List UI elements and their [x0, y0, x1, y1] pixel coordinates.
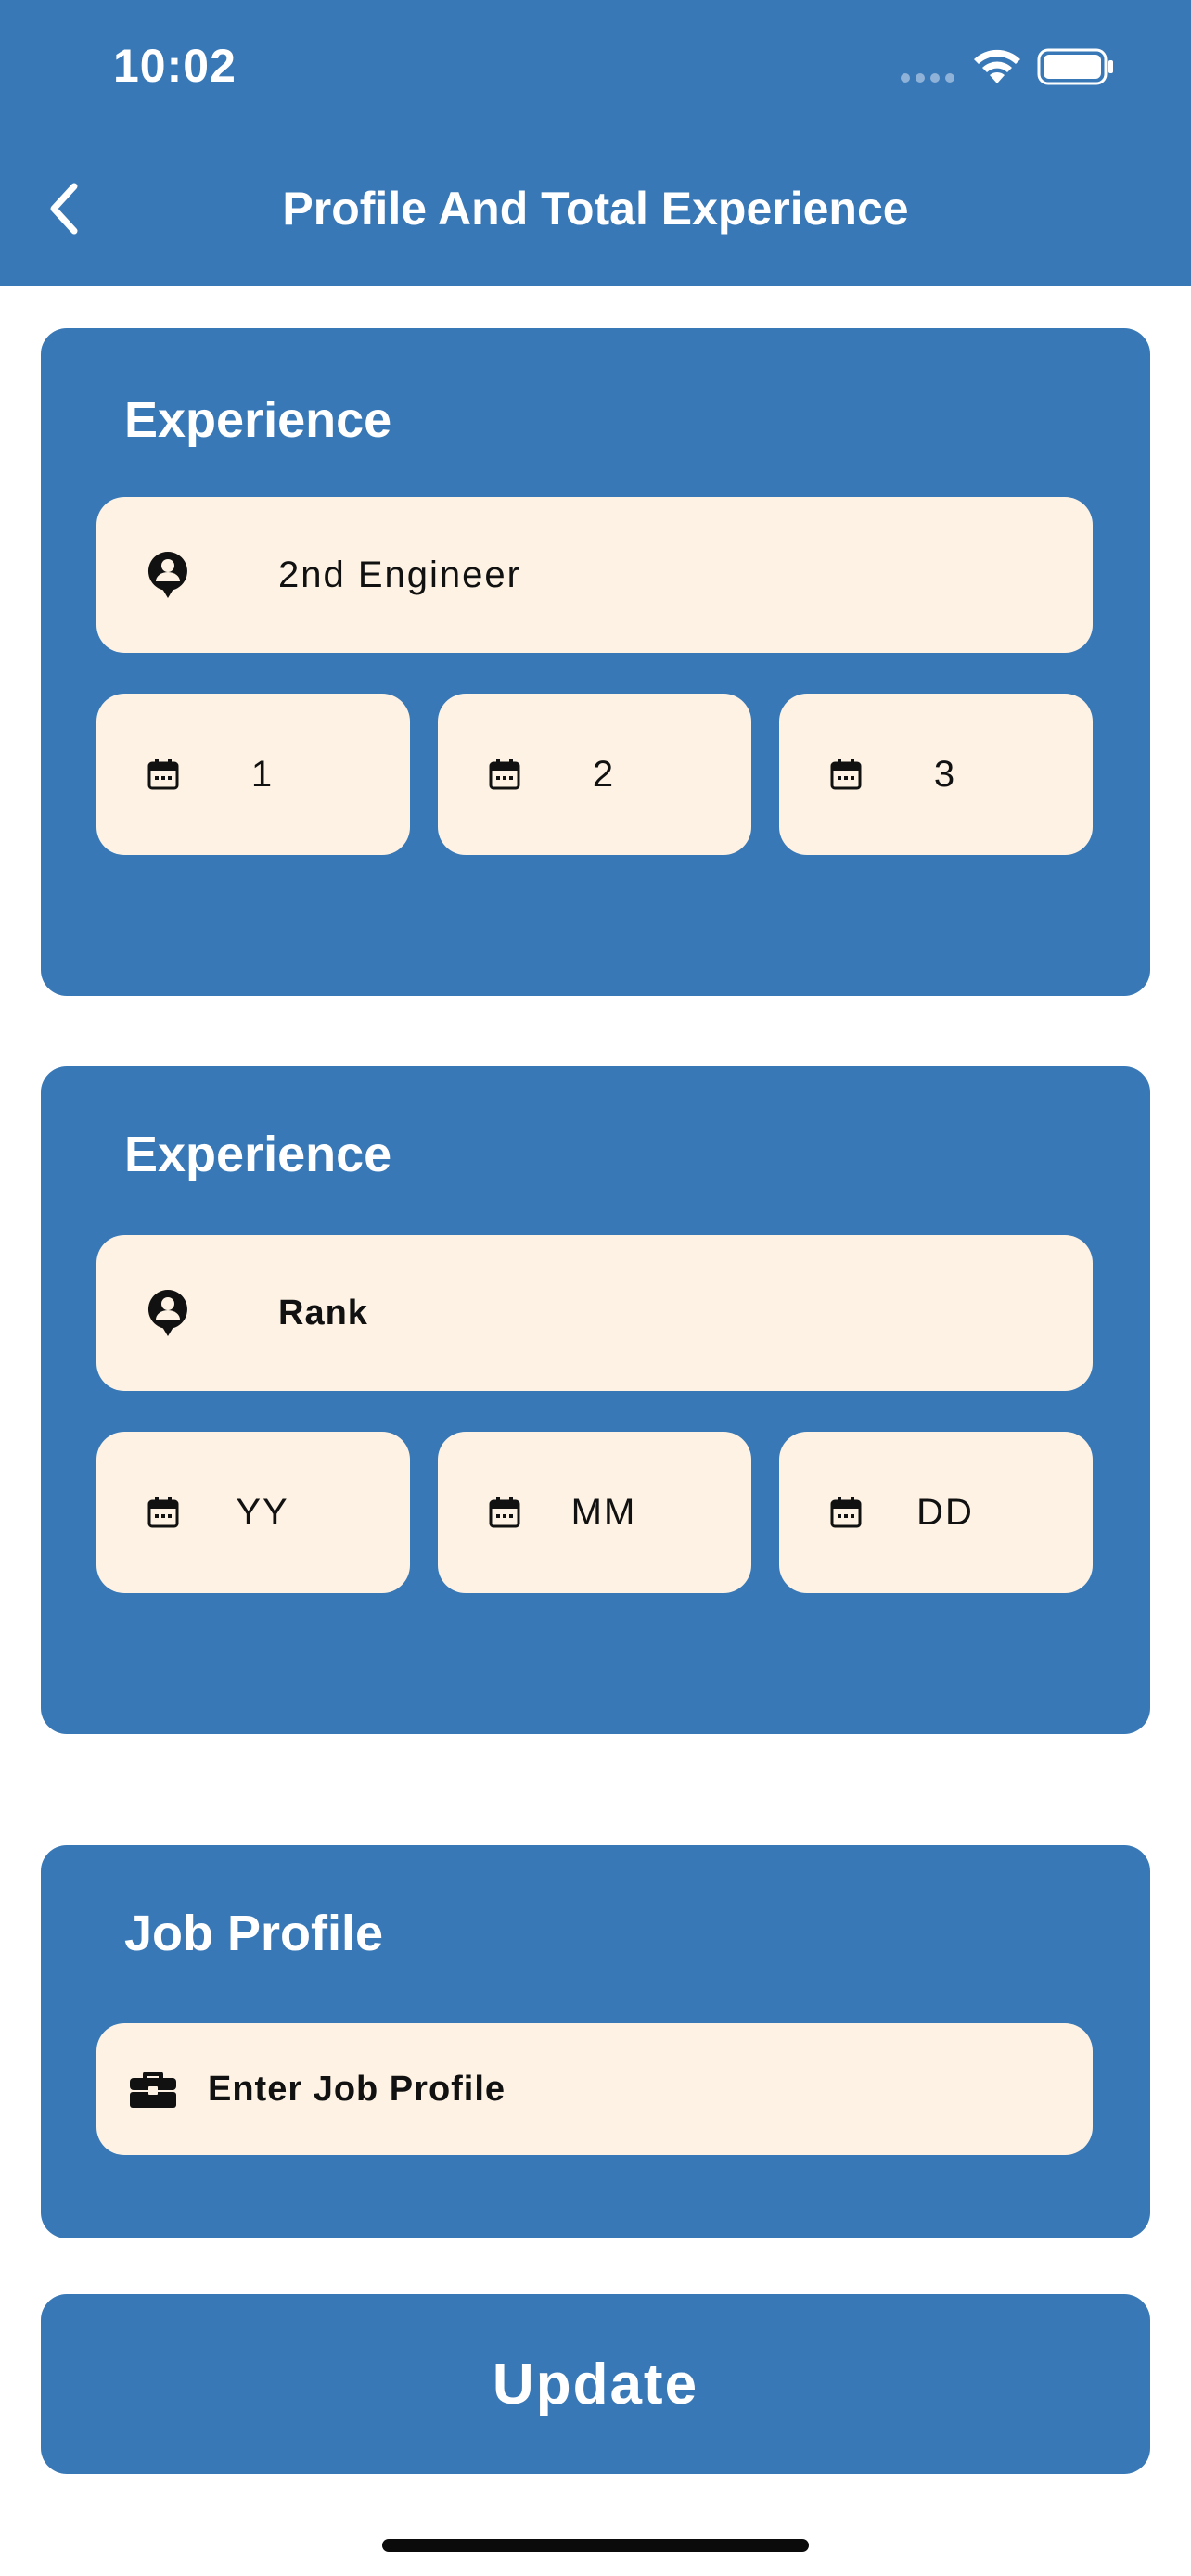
days-value: 3: [933, 753, 957, 795]
job-profile-card: Job Profile Enter Job Profile: [41, 1845, 1150, 2238]
months-value: 2: [592, 753, 616, 795]
rank-field[interactable]: Rank: [96, 1235, 1093, 1391]
app-header: 10:02 Profile And Total Experience: [0, 0, 1191, 286]
years-field[interactable]: 1: [96, 694, 410, 855]
job-profile-field[interactable]: Enter Job Profile: [96, 2023, 1093, 2155]
card-title: Job Profile: [124, 1906, 384, 1961]
home-indicator[interactable]: [382, 2539, 809, 2552]
cellular-signal-icon: [901, 73, 954, 83]
years-placeholder: YY: [236, 1491, 289, 1533]
days-field[interactable]: DD: [779, 1432, 1093, 1593]
person-pin-icon: [145, 1287, 191, 1339]
rank-field[interactable]: 2nd Engineer: [96, 497, 1093, 653]
days-placeholder: DD: [916, 1491, 974, 1533]
months-field[interactable]: 2: [438, 694, 751, 855]
years-value: 1: [250, 753, 275, 795]
years-field[interactable]: YY: [96, 1432, 410, 1593]
page-title: Profile And Total Experience: [282, 183, 909, 235]
job-profile-placeholder: Enter Job Profile: [208, 2069, 506, 2109]
card-title: Experience: [124, 392, 392, 448]
days-field[interactable]: 3: [779, 694, 1093, 855]
rank-placeholder: Rank: [278, 1293, 368, 1333]
status-time: 10:02: [113, 40, 237, 92]
experience-card-2: Experience Rank YY MM DD: [41, 1066, 1150, 1734]
person-pin-icon: [145, 549, 191, 601]
months-placeholder: MM: [570, 1491, 637, 1533]
experience-card-1: Experience 2nd Engineer 1 2 3: [41, 328, 1150, 996]
briefcase-icon: [128, 2069, 178, 2110]
battery-icon: [1037, 48, 1113, 85]
card-title: Experience: [124, 1127, 392, 1182]
wifi-icon: [974, 49, 1020, 83]
update-button[interactable]: Update: [41, 2294, 1150, 2474]
rank-value: 2nd Engineer: [278, 554, 521, 595]
months-field[interactable]: MM: [438, 1432, 751, 1593]
